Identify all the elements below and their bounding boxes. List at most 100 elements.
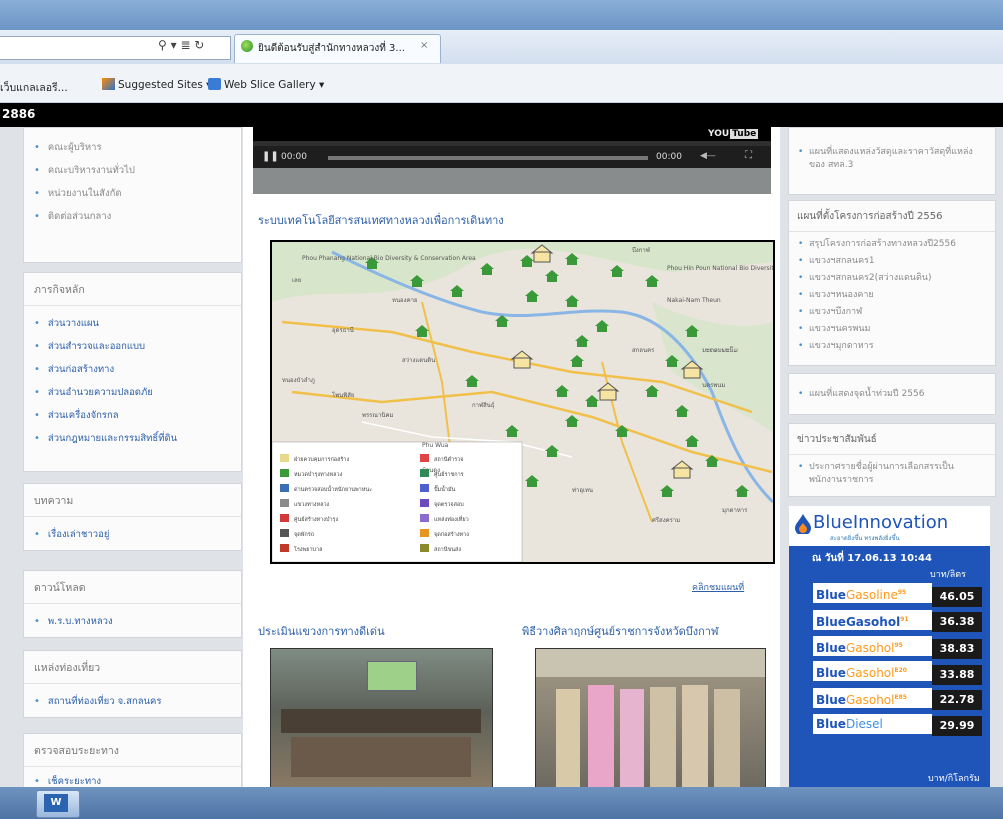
video-seek-bar[interactable] — [328, 156, 648, 160]
right-panel-link[interactable]: แขวงฯบึงกาฬ — [789, 304, 995, 321]
ie-page-icon — [241, 40, 253, 52]
address-bar-icons[interactable]: ⚲ ▾ ≣ ↻ — [158, 38, 204, 52]
word-app-icon[interactable]: W — [44, 794, 68, 812]
panel-title: ดาวน์โหลด — [24, 571, 241, 604]
pause-icon[interactable]: ❚❚ — [262, 151, 279, 162]
right-panel-link[interactable]: แขวงฯสกลนคร1 — [789, 253, 995, 270]
legend-label: โรงพยาบาล — [294, 545, 322, 553]
map-place-label: มุกดาหาร — [722, 507, 748, 514]
right-panel-link[interactable]: แขวงฯหนองคาย — [789, 287, 995, 304]
volume-icon[interactable]: ◀— — [700, 151, 716, 161]
map-place-label: หนองบัวลำภู — [282, 377, 315, 384]
legend-symbol-icon — [280, 514, 289, 522]
youtube-badge: YOU Tube — [708, 129, 759, 139]
sidebar-item[interactable]: เรื่องเล่าชาวอยู่ — [24, 523, 241, 546]
legend-symbol-icon — [420, 544, 429, 552]
sidebar-item[interactable]: ส่วนสำรวจและออกแบบ — [24, 335, 241, 358]
fuel-price: 33.88 — [932, 665, 982, 685]
web-slice-gallery-link[interactable]: Web Slice Gallery ▾ — [224, 79, 324, 91]
legend-label: ศูนย์ราชการ — [434, 471, 464, 478]
legend-label: จุดก่อสร้างทาง — [434, 531, 469, 538]
map-place-label: เลย — [292, 277, 301, 284]
legend-symbol-icon — [280, 544, 289, 552]
right-panel-link[interactable]: สรุปโครงการก่อสร้างทางหลวงปี2556 — [789, 236, 995, 253]
fuel-price: 38.83 — [932, 639, 982, 659]
highway-map[interactable]: Phou Phanang National Bio Diversity & Co… — [270, 240, 775, 564]
news-photo-meeting[interactable] — [270, 648, 493, 790]
right-panel-link[interactable]: ประกาศรายชื่อผู้ผ่านการเลือกสรรเป็นพนักง… — [789, 459, 995, 489]
sidebar-panel-about: คณะผู้บริหาร คณะบริหารงานทั่วไป หน่วยงาน… — [23, 127, 242, 263]
section-title: ระบบเทคโนโลยีสารสนเทศทางหลวงเพื่อการเดิน… — [258, 214, 504, 227]
map-link[interactable]: คลิกชมแผนที่ — [692, 580, 744, 594]
sidebar-item[interactable]: พ.ร.บ.ทางหลวง — [24, 610, 241, 633]
right-panel-link[interactable]: แขวงฯสกลนคร2(สว่างแดนดิน) — [789, 270, 995, 287]
windows-taskbar — [0, 787, 1003, 819]
map-place-label: Phou Hin Poun National Bio Diversity Con… — [667, 265, 773, 272]
sidebar-panel-articles: บทความ เรื่องเล่าชาวอยู่ — [23, 483, 242, 551]
legend-label: ฝ่ายควบคุมการก่อสร้าง — [294, 456, 350, 463]
legend-label: แหล่งท่องเที่ยว — [434, 515, 469, 523]
right-panel-flood: แผนที่แสดงจุดน้ำท่วมปี 2556 — [788, 373, 996, 415]
sidebar-item[interactable]: หน่วยงานในสังกัด — [24, 182, 241, 205]
map-place-label: สกลนคร — [632, 347, 655, 354]
legend-symbol-icon — [420, 469, 429, 477]
legend-label: จุดพักรถ — [294, 531, 314, 538]
legend-label: แขวงทางหลวง — [294, 502, 330, 508]
fuel-name: BlueGasoline95 — [813, 583, 932, 603]
sidebar-panel-missions: ภารกิจหลัก ส่วนวางแผน ส่วนสำรวจและออกแบบ… — [23, 272, 242, 472]
sidebar-item[interactable]: ส่วนก่อสร้างทาง — [24, 358, 241, 381]
map-place-label: โพนพิสัย — [332, 391, 354, 399]
sidebar-panel-attractions: แหล่งท่องเที่ยว สถานที่ท่องเที่ยว จ.สกลน… — [23, 650, 242, 718]
legend-symbol-icon — [280, 469, 289, 477]
map-place-label: ນະຄອນພະນົມ — [702, 347, 738, 354]
fuel-name: BlueGasohol91 — [813, 610, 932, 630]
sidebar-item[interactable]: ส่วนกฎหมายและกรรมสิทธิ์ที่ดิน — [24, 427, 241, 450]
fuel-price: 36.38 — [932, 612, 982, 632]
sidebar-item[interactable]: ส่วนอำนวยความปลอดภัย — [24, 381, 241, 404]
right-panel-link[interactable]: แขวงฯมุกดาหาร — [789, 338, 995, 355]
legend-label: ด่านตรวจสอบน้ำหนักยานพาหนะ — [294, 485, 372, 493]
news-photo-ceremony[interactable] — [535, 648, 766, 790]
right-panel-news: ข่าวประชาสัมพันธ์ ประกาศรายชื่อผู้ผ่านกา… — [788, 423, 996, 497]
map-graphic: Phou Phanang National Bio Diversity & Co… — [272, 242, 773, 562]
map-place-label: Nakai-Nam Theun — [667, 297, 721, 304]
sidebar-item[interactable]: ส่วนเครื่องจักรกล — [24, 404, 241, 427]
panel-title: แผนที่ตั้งโครงการก่อสร้างปี 2556 — [789, 201, 995, 232]
fuel-name: BlueGasohol95 — [813, 636, 932, 656]
map-place-label: พรรณานิคม — [362, 412, 393, 419]
news-title[interactable]: ประเมินแขวงการทางดีเด่น — [258, 622, 385, 640]
favorite-item[interactable]: เว็บแกลเลอรี... — [0, 79, 68, 96]
fullscreen-icon[interactable]: ⛶ — [745, 150, 752, 161]
panel-title: ข่าวประชาสัมพันธ์ — [789, 424, 995, 455]
sidebar-item[interactable]: คณะผู้บริหาร — [24, 136, 241, 159]
fuel-brand-logo: BlueInnovation — [813, 512, 949, 533]
news-title[interactable]: พิธีวางศิลาฤกษ์ศูนย์ราชการจังหวัดบึงกาฬ — [522, 622, 719, 640]
panel-title: แหล่งท่องเที่ยว — [24, 651, 241, 684]
right-panel-link[interactable]: แผนที่แสดงแหล่งวัสดุและราคาวัสดุที่แหล่ง… — [789, 144, 995, 174]
panel-title: บทความ — [24, 484, 241, 517]
suggested-sites-link[interactable]: Suggested Sites ▾ — [118, 79, 211, 91]
right-panel-link[interactable]: แผนที่แสดงจุดน้ำท่วมปี 2556 — [789, 386, 995, 403]
panel-title: ภารกิจหลัก — [24, 273, 241, 306]
sidebar-panel-distance: ตรวจสอบระยะทาง เช็คระยะทาง — [23, 733, 242, 789]
sidebar-item[interactable]: ส่วนวางแผน — [24, 312, 241, 335]
map-place-label: Phou Phanang National Bio Diversity & Co… — [302, 255, 476, 262]
site-top-bar — [0, 103, 1003, 127]
legend-label: จุดตรวจสอบ — [434, 501, 464, 508]
video-time-current: 00:00 — [281, 152, 307, 162]
legend-label: ปั๊มน้ำมัน — [434, 485, 456, 493]
right-panel-link[interactable]: แขวงฯนครพนม — [789, 321, 995, 338]
sidebar-item[interactable]: ติดต่อส่วนกลาง — [24, 205, 241, 228]
map-place-label: สว่างแดนดิน — [402, 357, 435, 364]
legend-label: หมวดบำรุงทางหลวง — [294, 471, 343, 478]
video-frame — [253, 127, 771, 141]
map-place-label: บึงกาฬ — [632, 246, 651, 254]
right-panel-materials: แผนที่แสดงแหล่งวัสดุและราคาวัสดุที่แหล่ง… — [788, 127, 996, 195]
sidebar-item[interactable]: สถานที่ท่องเที่ยว จ.สกลนคร — [24, 690, 241, 713]
close-tab-icon[interactable]: × — [420, 40, 428, 51]
video-time-total: 00:00 — [656, 152, 682, 162]
sidebar-item[interactable]: คณะบริหารงานทั่วไป — [24, 159, 241, 182]
fuel-name: BlueGasoholE85 — [813, 688, 932, 708]
tab-title[interactable]: ยินดีต้อนรับสู่สำนักทางหลวงที่ 3... — [258, 41, 405, 56]
legend-symbol-icon — [280, 529, 289, 537]
